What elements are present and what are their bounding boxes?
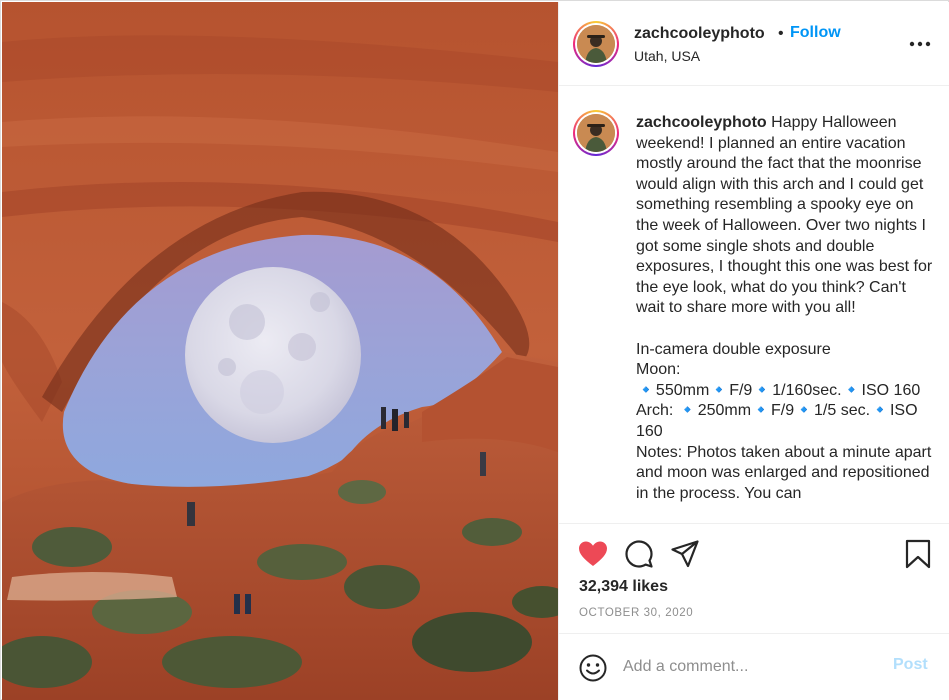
comment-icon[interactable] [625, 540, 653, 568]
caption-text: Happy Halloween weekend! I planned an en… [636, 114, 933, 502]
heart-icon[interactable] [578, 540, 608, 568]
post-header: zachcooleyphoto • Follow Utah, USA [559, 2, 949, 86]
comment-input[interactable] [623, 652, 873, 682]
post-date[interactable]: OCTOBER 30, 2020 [579, 607, 693, 619]
avatar-ring [575, 23, 617, 65]
photographer-avatar-icon [577, 25, 615, 63]
more-horizontal-icon[interactable] [909, 34, 931, 54]
instagram-post: zachcooleyphoto • Follow Utah, USA zachc… [0, 0, 949, 700]
username[interactable]: zachcooleyphoto [634, 25, 765, 43]
post-photo[interactable] [2, 2, 558, 700]
share-icon[interactable] [671, 540, 699, 568]
bookmark-icon[interactable] [905, 539, 931, 569]
likes-count[interactable]: 32,394 likes [579, 578, 668, 596]
photographer-avatar-icon [577, 114, 615, 152]
separator-dot: • [778, 25, 784, 42]
comment-composer: Post [559, 633, 949, 700]
arch-moon-image [2, 2, 558, 700]
follow-button[interactable]: Follow [790, 24, 841, 42]
comments-area[interactable]: zachcooleyphoto Happy Halloween weekend!… [559, 87, 949, 523]
action-bar: 32,394 likes OCTOBER 30, 2020 [559, 523, 949, 633]
caption-username[interactable]: zachcooleyphoto [636, 114, 767, 131]
avatar-image [577, 114, 615, 152]
avatar-ring [575, 112, 617, 154]
avatar[interactable] [573, 21, 619, 67]
post-panel: zachcooleyphoto • Follow Utah, USA zachc… [558, 2, 949, 700]
avatar-image [577, 25, 615, 63]
location-link[interactable]: Utah, USA [634, 48, 700, 64]
post-comment-button[interactable]: Post [893, 656, 928, 674]
caption-avatar[interactable] [573, 110, 619, 156]
emoji-icon[interactable] [579, 654, 607, 682]
caption: zachcooleyphoto Happy Halloween weekend!… [636, 113, 936, 504]
